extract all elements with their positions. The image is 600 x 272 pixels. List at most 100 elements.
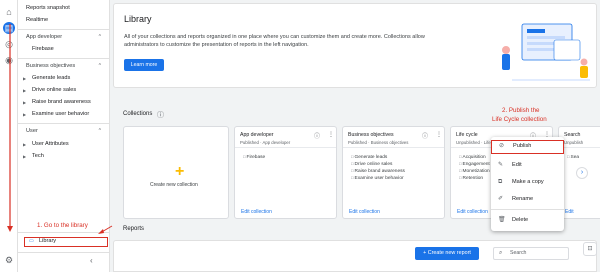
sidebar-item-user-attributes[interactable]: User Attributes [32,141,69,148]
create-new-collection-label: Create new collection [150,182,198,188]
sidebar-divider [18,29,110,30]
sidebar-item-tech[interactable]: Tech [32,153,44,160]
home-icon[interactable]: ⌂ [3,6,15,18]
card-divider [343,147,444,148]
search-input[interactable]: ⌕ Search [493,247,569,260]
edit-icon: ✎ [498,162,504,168]
icon-rail: ⌂ ▤ ◎ ◉ ⚙ [0,0,18,272]
rename-icon: ✐ [498,196,504,202]
help-icon[interactable]: ⓘ [157,110,164,120]
edit-collection-link[interactable]: Edit [565,209,574,215]
library-banner: Library All of your collections and repo… [113,3,597,88]
chevron-up-icon[interactable]: ^ [99,128,101,134]
sidebar-item-raise-brand-awareness[interactable]: Raise brand awareness [32,99,91,106]
menu-item-label: Rename [512,196,534,202]
library-illustration [502,23,590,81]
collection-card-business-objectives[interactable]: Business objectives Published · Business… [342,126,445,219]
collection-item: Raise brand awareness [351,168,405,174]
annotation-step-1: 1. Go to the library [37,222,88,229]
chevron-up-icon[interactable]: ^ [99,63,101,69]
menu-item-label: Make a copy [512,179,544,185]
expand-arrow-icon[interactable]: ▶ [23,100,26,105]
menu-item-publish[interactable]: ⊘ Publish [491,140,564,154]
page-title: Library [124,14,152,24]
delete-icon: 🗑 [498,217,506,223]
collection-item: Firebase [243,154,266,160]
sidebar-item-library[interactable]: ▭ Library [24,237,108,247]
collection-card-app-developer[interactable]: App developer Published · App developer … [234,126,337,219]
publish-icon: ⊘ [499,143,505,149]
sidebar-item-reports-snapshot[interactable]: Reports snapshot [26,5,70,12]
collection-title: Search [564,132,581,138]
collection-item: Retention [459,175,484,181]
collection-status: Published · Business objectives [348,140,409,145]
menu-item-rename[interactable]: ✐ Rename [491,192,564,206]
create-new-report-button[interactable]: + Create new report [415,247,479,260]
expand-arrow-icon[interactable]: ▶ [23,142,26,147]
info-icon[interactable]: ⓘ [422,131,428,140]
plus-icon: + [175,163,185,180]
collection-title: Business objectives [348,132,394,138]
expand-arrow-icon[interactable]: ▶ [23,88,26,93]
more-vert-icon[interactable]: ⋮ [436,131,442,138]
create-new-collection-card[interactable]: + Create new collection [123,126,229,219]
search-placeholder: Search [510,250,527,256]
sidebar-divider [18,58,110,59]
sidebar-divider [18,232,110,233]
menu-item-make-a-copy[interactable]: ⧉ Make a copy [491,175,564,189]
reports-icon[interactable]: ▤ [3,22,15,34]
sidebar-group-business-objectives[interactable]: Business objectives [26,63,75,70]
advertising-icon[interactable]: ◉ [3,54,15,66]
expand-arrow-icon[interactable]: ▶ [23,112,26,117]
chevron-up-icon[interactable]: ^ [99,34,101,40]
menu-divider [491,209,564,210]
learn-more-button[interactable]: Learn more [124,59,164,71]
search-icon: ⌕ [499,250,503,256]
collection-item: Monetization [459,168,490,174]
sidebar-group-user[interactable]: User [26,128,38,135]
more-vert-icon[interactable]: ⋮ [328,131,334,138]
sidebar-divider [18,252,110,253]
collection-item: Sea [567,154,580,160]
sidebar-nav: Reports snapshot Realtime App developer … [18,0,110,272]
collection-item: Engagement [459,161,490,167]
collection-title: Life cycle [456,132,478,138]
menu-item-label: Delete [512,217,529,223]
banner-description: All of your collections and reports orga… [124,34,425,48]
menu-item-delete[interactable]: 🗑 Delete [491,213,564,227]
next-arrow-icon[interactable]: › [576,167,588,179]
sidebar-item-drive-online-sales[interactable]: Drive online sales [32,87,76,94]
collection-context-menu: ⊘ Publish ✎ Edit ⧉ Make a copy ✐ Rename … [491,137,564,231]
menu-item-edit[interactable]: ✎ Edit [491,158,564,172]
edit-collection-link[interactable]: Edit collection [349,209,380,215]
edit-collection-link[interactable]: Edit collection [241,209,272,215]
sidebar-item-realtime[interactable]: Realtime [26,17,48,24]
sidebar-divider [18,123,110,124]
card-divider [559,147,600,148]
collection-status: Published · App developer [240,140,291,145]
collection-item: Generate leads [351,154,388,160]
gear-icon[interactable]: ⚙ [3,254,15,266]
collection-item: Acquisition [459,154,486,160]
feedback-icon[interactable]: ⊡ [583,242,597,256]
copy-icon: ⧉ [498,179,503,185]
expand-arrow-icon[interactable]: ▶ [23,76,26,81]
expand-arrow-icon[interactable]: ▶ [23,154,26,159]
sidebar-item-firebase[interactable]: Firebase [32,46,54,53]
info-icon[interactable]: ⓘ [314,131,320,140]
menu-item-label: Publish [513,143,532,149]
sidebar-item-label: Library [39,238,57,244]
sidebar-item-examine-user-behavior[interactable]: Examine user behavior [32,111,89,118]
sidebar-item-generate-leads[interactable]: Generate leads [32,75,70,82]
sidebar-group-app-developer[interactable]: App developer [26,34,62,41]
collection-item: Drive online sales [351,161,393,167]
reports-title: Reports [123,226,145,232]
collection-title: App developer [240,132,274,138]
chevron-left-icon[interactable]: ‹ [90,256,93,265]
card-divider [235,147,336,148]
collection-item: Examine user behavior [351,175,404,181]
collections-title: Collections [123,111,153,117]
explore-icon[interactable]: ◎ [3,38,15,50]
edit-collection-link[interactable]: Edit collection [457,209,488,215]
menu-item-label: Edit [512,162,522,168]
